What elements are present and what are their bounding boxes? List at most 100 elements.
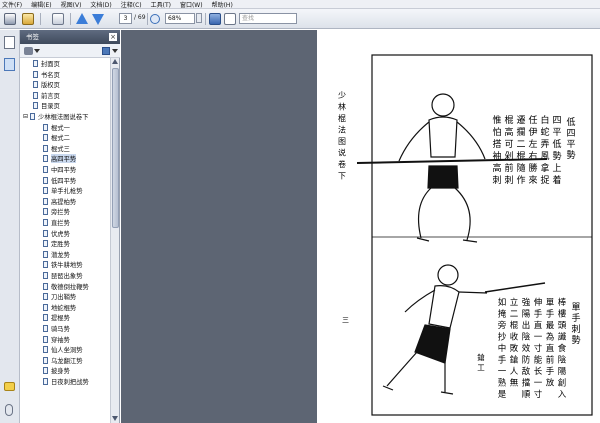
bookmark-item[interactable]: 铁牛耕地势: [43, 260, 82, 269]
bookmark-item[interactable]: 披身势: [43, 366, 70, 375]
search-input[interactable]: 查找: [239, 13, 297, 24]
lower-text-char: 棍: [510, 320, 519, 331]
pages-panel-icon[interactable]: [4, 36, 15, 49]
bookmark-item[interactable]: 目录页: [33, 101, 60, 110]
bookmark-label: 敬德倒拉鞭势: [51, 283, 89, 291]
bookmark-item[interactable]: 版权页: [33, 80, 60, 89]
comments-icon[interactable]: [4, 382, 15, 391]
bookmark-page-icon: [43, 367, 48, 375]
options-dropdown-icon[interactable]: [34, 49, 40, 53]
bookmarks-scrollbar[interactable]: [110, 58, 119, 423]
lower-text-char: 為: [546, 332, 555, 343]
bookmark-item[interactable]: 乌龙翻江势: [43, 356, 82, 365]
scroll-up-icon[interactable]: [112, 59, 118, 64]
lower-figure: [382, 264, 546, 395]
zoom-out-icon[interactable]: [150, 14, 160, 24]
bookmark-item[interactable]: 旁拦势: [43, 207, 70, 216]
header-char: 图: [338, 137, 346, 146]
previous-page-icon[interactable]: [76, 13, 88, 24]
close-icon[interactable]: ×: [109, 33, 117, 41]
lower-text-char: 一: [534, 333, 543, 343]
bookmark-item[interactable]: 封面页: [33, 59, 60, 68]
menu-item-5[interactable]: 工具(T): [151, 0, 171, 9]
bookmark-item[interactable]: 棍式三: [43, 144, 70, 153]
bookmark-item[interactable]: 高提柏势: [43, 197, 76, 206]
scrollbar-thumb[interactable]: [112, 68, 119, 228]
menu-item-7[interactable]: 帮助(H): [212, 0, 233, 9]
scroll-down-icon[interactable]: [112, 416, 118, 421]
bookmark-label: 单手扎枪势: [51, 188, 83, 196]
upper-title-char: 平: [566, 139, 575, 150]
lower-text-char: 放: [546, 378, 555, 389]
bookmark-page-icon: [43, 261, 48, 269]
options-icon[interactable]: [24, 47, 33, 55]
bookmark-page-icon: [33, 70, 38, 78]
bookmark-item[interactable]: 日夜刺把战势: [43, 377, 89, 386]
lower-title-char: 手: [571, 312, 580, 324]
bookmark-item[interactable]: 琵琶出象势: [43, 271, 82, 280]
bookmark-label: 琵琶出象势: [51, 273, 83, 280]
bookmark-page-icon: [43, 240, 48, 248]
lower-text-char: 长: [534, 366, 543, 377]
bookmark-item[interactable]: 仙人坐洞势: [43, 345, 82, 354]
bookmark-item[interactable]: 直拦势: [43, 218, 70, 227]
bookmark-label: 提棍势: [51, 315, 70, 323]
bookmark-item[interactable]: 敬德倒拉鞭势: [43, 282, 89, 291]
bookmark-item[interactable]: 书名页: [33, 70, 60, 79]
lower-text-char: 抄: [498, 332, 507, 343]
bookmark-item[interactable]: 骑马势: [43, 324, 70, 333]
menu-item-0[interactable]: 文件(F): [2, 0, 22, 9]
pages-icon[interactable]: [52, 13, 64, 25]
bookmark-item[interactable]: 前言页: [33, 91, 60, 100]
collapse-icon[interactable]: ⊟: [23, 113, 28, 120]
bookmark-item[interactable]: 提棍势: [43, 313, 70, 322]
bookmark-item[interactable]: 单手扎枪势: [43, 186, 82, 195]
email-icon[interactable]: [22, 13, 34, 25]
bookmark-label: 前言页: [41, 92, 60, 100]
upper-text-char: 來: [528, 175, 537, 186]
page-number-input[interactable]: 3: [119, 13, 132, 24]
save-icon[interactable]: [209, 13, 221, 25]
bookmark-item[interactable]: 穿袖势: [43, 335, 70, 344]
bookmark-item[interactable]: 棍式二: [43, 133, 70, 142]
attachments-icon[interactable]: [5, 404, 13, 416]
zoom-dropdown-icon[interactable]: [196, 13, 202, 23]
bookmark-item[interactable]: 地蛇棍势: [43, 303, 76, 312]
print-icon[interactable]: [4, 13, 16, 25]
bookmark-label: 少林棍法图说卷下: [38, 114, 89, 121]
fit-page-icon[interactable]: [224, 13, 236, 25]
upper-text-char: 刺: [492, 175, 501, 186]
bookmark-item[interactable]: 刀出鞘势: [43, 292, 76, 301]
bookmark-item[interactable]: 伏虎势: [43, 229, 70, 238]
bookmark-item[interactable]: 定胜势: [43, 239, 70, 248]
zoom-select[interactable]: 68%: [165, 13, 195, 24]
lower-text-char: 無: [510, 378, 519, 389]
bookmark-item[interactable]: 中四平势: [43, 165, 76, 174]
menu-item-2[interactable]: 视图(V): [61, 0, 82, 9]
lower-text-char: 二: [510, 310, 519, 320]
new-bookmark-icon[interactable]: [102, 47, 110, 55]
bookmark-item[interactable]: 低四平势: [43, 176, 76, 185]
lower-text-char: 伸: [534, 297, 543, 308]
bookmark-item[interactable]: 棍式一: [43, 123, 70, 132]
bookmark-item[interactable]: 高四平势: [43, 154, 77, 164]
header-char: 法: [338, 125, 346, 135]
bookmarks-panel-icon[interactable]: [4, 58, 15, 71]
menu-item-6[interactable]: 窗口(W): [180, 0, 203, 9]
bookmark-item[interactable]: ⊟ 少林棍法图说卷下: [23, 112, 88, 121]
upper-title-char: 勢: [566, 149, 575, 161]
lower-text-char: 食: [558, 343, 567, 354]
bookmark-page-icon: [43, 155, 48, 163]
new-bookmark-dropdown-icon[interactable]: [112, 49, 118, 53]
bookmark-item[interactable]: 潜龙势: [43, 250, 70, 259]
menu-item-1[interactable]: 编辑(E): [31, 0, 51, 9]
lower-text-char: 頭: [558, 321, 567, 331]
lower-text-char: 最: [546, 321, 555, 331]
header-char: 下: [338, 172, 346, 181]
upper-text-char: 着: [552, 174, 561, 186]
document-background: [121, 30, 317, 423]
menu-item-4[interactable]: 注释(C): [121, 0, 142, 9]
next-page-icon[interactable]: [92, 14, 104, 25]
menu-item-3[interactable]: 文档(D): [90, 0, 111, 9]
bookmarks-panel-title: 书签: [26, 33, 39, 41]
